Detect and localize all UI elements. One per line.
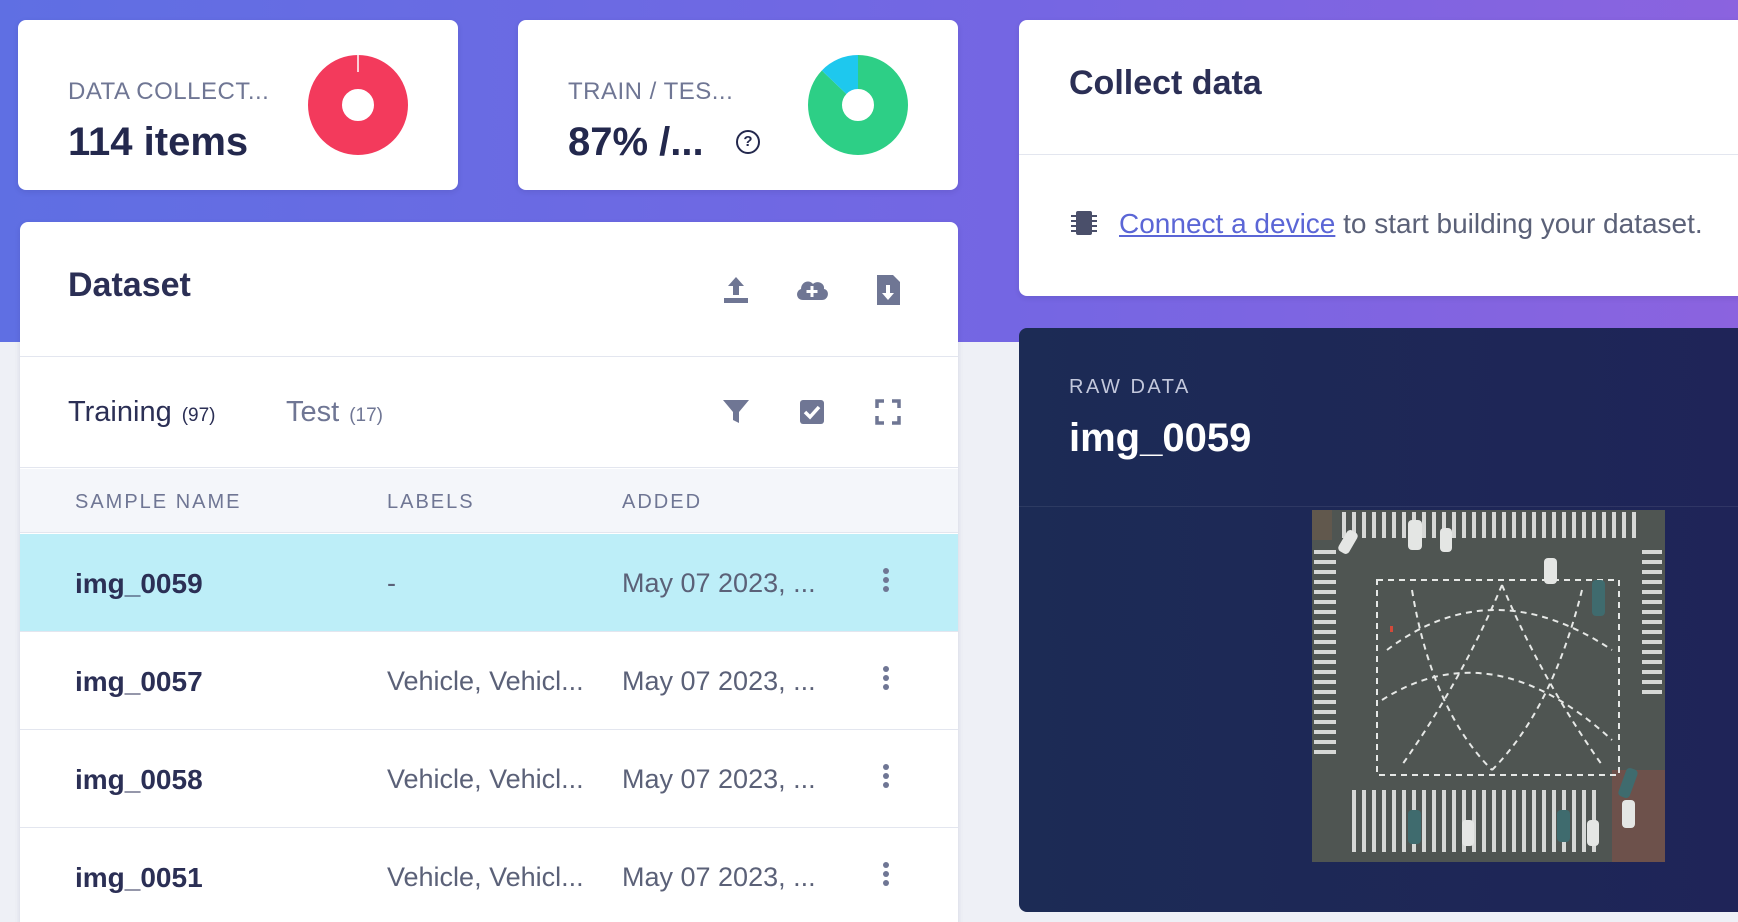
sample-labels: Vehicle, Vehicl... <box>387 764 584 794</box>
divider <box>1019 506 1738 507</box>
train-test-label: TRAIN / TES... <box>568 78 734 105</box>
dataset-header: Dataset <box>20 222 958 357</box>
tab-training-label: Training <box>68 396 172 428</box>
more-options-icon[interactable] <box>880 862 892 892</box>
aerial-intersection-image <box>1312 510 1665 862</box>
connect-device-link[interactable]: Connect a device <box>1119 208 1335 239</box>
sample-name: img_0059 <box>75 568 203 599</box>
tab-test[interactable]: Test (17) <box>286 396 383 429</box>
raw-data-panel: RAW DATA img_0059 <box>1019 328 1738 912</box>
sample-labels: Vehicle, Vehicl... <box>387 666 584 696</box>
train-test-value: 87% /... <box>568 120 704 164</box>
dataset-panel: Dataset Training (97) Test (17) SAMPLE N… <box>20 222 958 922</box>
sample-added: May 07 2023, ... <box>622 568 816 598</box>
table-row[interactable]: img_0057 Vehicle, Vehicl... May 07 2023,… <box>20 632 958 730</box>
divider <box>1019 154 1738 155</box>
collect-data-card: Collect data Connect a device to start b… <box>1019 20 1738 296</box>
collect-data-message: Connect a device to start building your … <box>1119 208 1703 240</box>
sample-added: May 07 2023, ... <box>622 666 816 696</box>
upload-icon[interactable] <box>716 270 756 310</box>
question-circle-icon[interactable]: ? <box>736 130 760 154</box>
raw-data-title: img_0059 <box>1069 416 1252 460</box>
collect-data-title: Collect data <box>1069 64 1262 102</box>
train-test-split-card: TRAIN / TES... 87% /... ? <box>518 20 958 190</box>
column-labels[interactable]: LABELS <box>387 491 475 514</box>
data-collected-label: DATA COLLECT... <box>68 78 270 105</box>
download-icon[interactable] <box>868 270 908 310</box>
sample-name: img_0051 <box>75 862 203 893</box>
tab-training[interactable]: Training (97) <box>68 396 216 429</box>
sample-name: img_0058 <box>75 764 203 795</box>
more-options-icon[interactable] <box>880 568 892 598</box>
sample-labels: Vehicle, Vehicl... <box>387 862 584 892</box>
data-collected-value: 114 items <box>68 120 249 164</box>
column-added[interactable]: ADDED <box>622 491 702 514</box>
cloud-add-icon[interactable] <box>792 270 832 310</box>
data-collected-donut <box>308 55 408 155</box>
checkbox-select-icon[interactable] <box>792 392 832 432</box>
data-collected-card: DATA COLLECT... 114 items <box>18 20 458 190</box>
sample-labels: - <box>387 568 396 598</box>
chip-icon <box>1071 211 1097 235</box>
tab-training-count: (97) <box>181 405 216 426</box>
table-row[interactable]: img_0051 Vehicle, Vehicl... May 07 2023,… <box>20 828 958 922</box>
sample-added: May 07 2023, ... <box>622 862 816 892</box>
train-test-donut <box>808 55 908 155</box>
raw-data-label: RAW DATA <box>1069 376 1191 398</box>
column-sample-name[interactable]: SAMPLE NAME <box>75 491 241 514</box>
more-options-icon[interactable] <box>880 764 892 794</box>
tab-test-count: (17) <box>349 405 383 426</box>
table-row[interactable]: img_0059 - May 07 2023, ... <box>20 534 958 632</box>
expand-icon[interactable] <box>868 392 908 432</box>
sample-added: May 07 2023, ... <box>622 764 816 794</box>
table-header: SAMPLE NAME LABELS ADDED <box>20 469 958 533</box>
collected-slice <box>308 55 408 155</box>
dataset-tabs: Training (97) Test (17) <box>20 358 958 468</box>
sample-name: img_0057 <box>75 666 203 697</box>
more-options-icon[interactable] <box>880 666 892 696</box>
filter-icon[interactable] <box>716 392 756 432</box>
collect-data-rest: to start building your dataset. <box>1335 208 1703 239</box>
tab-test-label: Test <box>286 396 340 428</box>
dataset-title: Dataset <box>68 266 191 304</box>
table-row[interactable]: img_0058 Vehicle, Vehicl... May 07 2023,… <box>20 730 958 828</box>
